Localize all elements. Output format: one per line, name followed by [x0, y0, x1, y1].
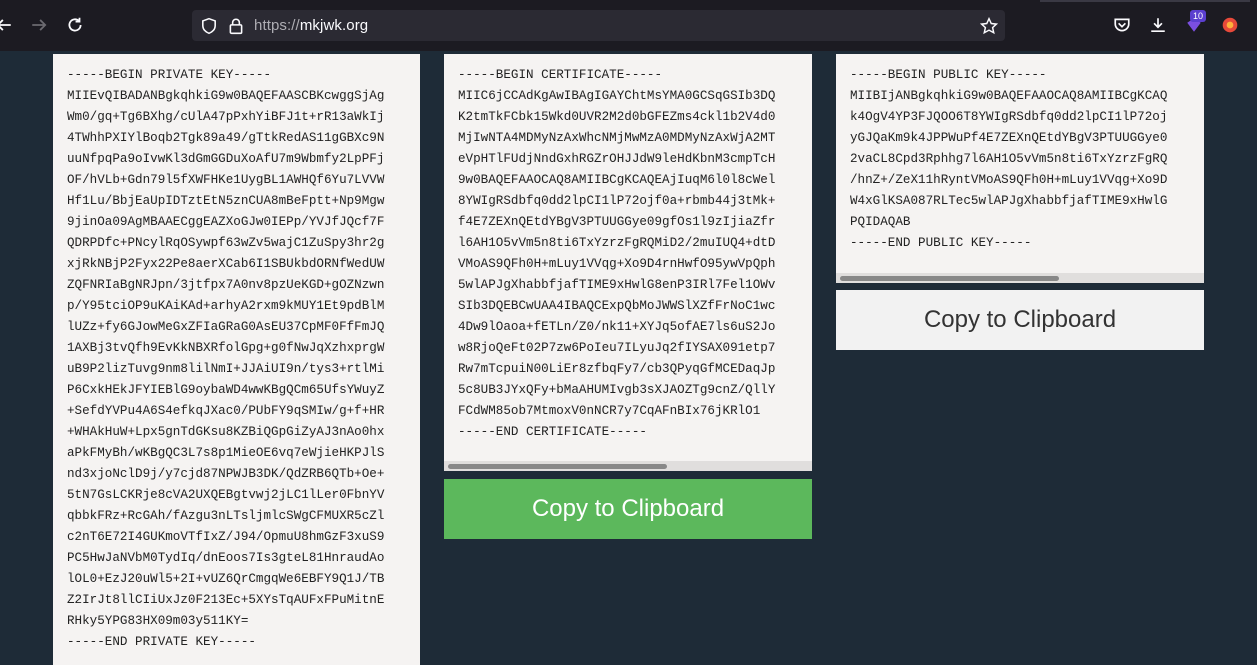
- public-key-line: 2vaCL8Cpd3Rphhg7l6AH1O5vVm5n8ti6TxYzrzFg…: [850, 152, 1168, 166]
- private-key-line: nd3xjoNclD9j/y7cjd87NPWJB3DK/QdZRB6QTb+O…: [67, 467, 385, 481]
- private-key-line: uuNfpqPa9oIvwKl3dGmGGDuXoAfU7m9Wbmfy2LpP…: [67, 152, 385, 166]
- browser-toolbar: https://mkjwk.org 10: [0, 0, 1257, 51]
- certificate-line: Rw7mTcpuiN00LiEr8zfbqFy7/cb3QPyqGfMCEDaq…: [458, 362, 776, 376]
- certificate-line: 4Dw9lOaoa+fETLn/Z0/nk11+XYJq5ofAE7ls6uS2…: [458, 320, 776, 334]
- download-icon[interactable]: [1146, 13, 1170, 37]
- private-key-line: PC5HwJaNVbM0TydIq/dnEoos7Is3gteL81Hnraud…: [67, 551, 385, 565]
- private-key-line: -----END PRIVATE KEY-----: [67, 635, 256, 649]
- public-key-line: /hnZ+/ZeX11hRyntVMoAS9QFh0H+mLuy1VVqg+Xo…: [850, 173, 1168, 187]
- certificate-scrollbar[interactable]: [444, 461, 812, 471]
- tab-strip-edge: [1040, 0, 1250, 2]
- private-key-line: uB9P2lizTuvg9nm8lilNmI+JJAiUI9n/tys3+rtl…: [67, 362, 385, 376]
- public-key-panel[interactable]: -----BEGIN PUBLIC KEY----- MIIBIjANBgkqhk…: [836, 54, 1204, 283]
- public-key-line: PQIDAQAB: [850, 215, 911, 229]
- copy-public-key-button[interactable]: Copy to Clipboard: [836, 290, 1204, 350]
- star-icon[interactable]: [979, 16, 999, 35]
- public-key-line: k4OgV4YP3FJQOO6T8YWIgRSdbfq0dd2lpCI1lP72…: [850, 110, 1168, 124]
- certificate-line: MjIwNTA4MDMyNzAxWhcNMjMwMzA0MDMyNzAxWjA2…: [458, 131, 776, 145]
- certificate-panel[interactable]: -----BEGIN CERTIFICATE----- MIIC6jCCAdKgA…: [444, 54, 812, 471]
- certificate-line: 9w0BAQEFAAOCAQ8AMIIBCgKCAQEAjIuqM6l0l8cW…: [458, 173, 776, 187]
- certificate-line: 8YWIgRSdbfq0dd2lpCI1lP72ojf0a+rbmb44j3tM…: [458, 194, 776, 208]
- private-key-text[interactable]: -----BEGIN PRIVATE KEY----- MIIEvQIBADANB…: [53, 54, 420, 653]
- private-key-line: 1AXBj3tvQfh9EvKkNBXRfolGpg+g0fNwJqXzhxpr…: [67, 341, 385, 355]
- certificate-line: w8RjoQeFt02P7zw6PoIeu7ILyuJq2fIYSAX091et…: [458, 341, 776, 355]
- private-key-line: P6CxkHEkJFYIEBlG9oybaWD4wwKBgQCm65UfsYWu…: [67, 383, 385, 397]
- firefox-account-icon[interactable]: [1218, 13, 1242, 37]
- private-key-panel[interactable]: -----BEGIN PRIVATE KEY----- MIIEvQIBADANB…: [53, 54, 420, 665]
- copy-certificate-button[interactable]: Copy to Clipboard: [444, 479, 812, 539]
- public-key-line: MIIBIjANBgkqhkiG9w0BAQEFAAOCAQ8AMIIBCgKC…: [850, 89, 1168, 103]
- url-domain: mkjwk.org: [299, 17, 369, 34]
- public-key-line: -----BEGIN PUBLIC KEY-----: [850, 68, 1047, 82]
- public-key-line: yGJQaKm9k4JPPWuPf4E7ZEXnQEtdYBgV3PTUUGGy…: [850, 131, 1168, 145]
- private-key-line: Z2IrJt8llCIiUxJz0F213Ec+5XYsTqAUFxFPuMit…: [67, 593, 385, 607]
- private-key-line: ZQFNRIaBgNRJpn/3jtfpx7A0nv8pzUeKGD+gOZNz…: [67, 278, 385, 292]
- private-key-line: xjRkNBjP2Fyx22Pe8aerXCab6I1SBUkbdORNfWed…: [67, 257, 385, 271]
- reload-icon[interactable]: [63, 13, 87, 37]
- certificate-line: FCdWM85ob7MtmoxV0nNCR7y7CqAFnBIx76jKRlO1: [458, 404, 761, 418]
- certificate-line: 5wlAPJgXhabbfjafTIME9xHwlG8enP3IRl7Fel1O…: [458, 278, 776, 292]
- private-key-line: qbbkFRz+RcGAh/fAzgu3nLTsljmlcSWgCFMUXR5c…: [67, 509, 385, 523]
- private-key-line: lOL0+EzJ20uWl5+2I+vUZ6QrCmgqWe6EBFY9Q1J/…: [67, 572, 385, 586]
- private-key-line: c2nT6E72I4GUKmoVTfIxZ/J94/OpmuU8hmGzF3xu…: [67, 530, 385, 544]
- public-key-line: W4xGlKSA087RLTec5wlAPJgXhabbfjafTIME9xHw…: [850, 194, 1168, 208]
- certificate-text[interactable]: -----BEGIN CERTIFICATE----- MIIC6jCCAdKgA…: [444, 54, 812, 443]
- public-key-line: -----END PUBLIC KEY-----: [850, 236, 1032, 250]
- private-key-line: 5tN7GsLCKRje8cVA2UXQEBgtvwj2jLC1lLer0Fbn…: [67, 488, 385, 502]
- certificate-line: MIIC6jCCAdKgAwIBAgIGAYChtMsYMA0GCSqGSIb3…: [458, 89, 776, 103]
- public-key-scrollbar[interactable]: [836, 273, 1204, 283]
- private-key-line: Hf1Lu/BbjEaUpIDTztEtN5znCUA8mBeFptt+Np9M…: [67, 194, 385, 208]
- certificate-line: VMoAS9QFh0H+mLuy1VVqg+Xo9D4rnHwfO95ywVpQ…: [458, 257, 776, 271]
- extension-badge: 10: [1190, 10, 1207, 22]
- public-key-scrollbar-thumb[interactable]: [840, 276, 1059, 281]
- certificate-line: -----BEGIN CERTIFICATE-----: [458, 68, 663, 82]
- certificate-line: f4E7ZEXnQEtdYBgV3PTUUGGye09gfOs1l9zIjiaZ…: [458, 215, 776, 229]
- url-scheme: https://: [254, 17, 300, 34]
- lock-icon[interactable]: [227, 17, 245, 35]
- certificate-line: 5c8UB3JYxQFy+bMaAHUMIvgb3sXJAOZTg9cnZ/Ql…: [458, 383, 776, 397]
- url-bar[interactable]: https://mkjwk.org: [192, 10, 1005, 41]
- public-key-text[interactable]: -----BEGIN PUBLIC KEY----- MIIBIjANBgkqhk…: [836, 54, 1204, 254]
- private-key-line: +WHAkHuW+Lpx5gnTdGKsu8KZBiQGpGiZyAJ3nAo0…: [67, 425, 385, 439]
- certificate-line: K2tmTkFCbk15Wkd0UVR2M2d0bGFEZms4ckl1b2V4…: [458, 110, 776, 124]
- private-key-line: lUZz+fy6GJowMeGxZFIaGRaG0AsEU37CpMF0FfFm…: [67, 320, 385, 334]
- back-arrow-icon[interactable]: [0, 13, 16, 37]
- forward-arrow-icon[interactable]: [27, 13, 51, 37]
- private-key-line: RHky5YPG83HX09m03y511KY=: [67, 614, 249, 628]
- certificate-line: l6AH1O5vVm5n8ti6TxYzrzFgRQMiD2/2muIUQ4+d…: [458, 236, 776, 250]
- private-key-line: QDRPDfc+PNcylRqOSywpf63wZv5wajC1ZuSpy3hr…: [67, 236, 385, 250]
- url-text[interactable]: https://mkjwk.org: [254, 17, 368, 34]
- private-key-line: p/Y95tciOP9uKAiKAd+arhyA2rxm9kMUY1Et9pdB…: [67, 299, 385, 313]
- private-key-line: Wm0/gq+Tg6BXhg/cUlA47pPxhYiBFJ1t+rR13aWk…: [67, 110, 385, 124]
- private-key-line: +SefdYVPu4A6S4efkqJXac0/PUbFY9qSMIw/g+f+…: [67, 404, 385, 418]
- pocket-icon[interactable]: [1110, 13, 1134, 37]
- private-key-line: 4TWhhPXIYlBoqb2Tgk89a49/gTtkRedAS11gGBXc…: [67, 131, 385, 145]
- private-key-line: aPkFMyBh/wKBgQC3L7s8p1MieOE6vq7eWjieHKPJ…: [67, 446, 385, 460]
- certificate-line: SIb3DQEBCwUAA4IBAQCExpQbMoJWWSlXZfFrNoC1…: [458, 299, 776, 313]
- private-key-line: -----BEGIN PRIVATE KEY-----: [67, 68, 272, 82]
- private-key-line: 9jinOa09AgMBAAECggEAZXoGJw0IEPp/YVJfJQcf…: [67, 215, 385, 229]
- certificate-line: -----END CERTIFICATE-----: [458, 425, 647, 439]
- certificate-scrollbar-thumb[interactable]: [448, 464, 667, 469]
- private-key-line: MIIEvQIBADANBgkqhkiG9w0BAQEFAASCBKcwggSj…: [67, 89, 385, 103]
- shield-icon[interactable]: [200, 17, 218, 35]
- private-key-line: OF/hVLb+Gdn79l5fXWFHKe1UygBL1AWHQf6Yu7LV…: [67, 173, 385, 187]
- certificate-line: eVpHTlFUdjNndGxhRGZrOHJJdW9leHdKbnM3cmpT…: [458, 152, 776, 166]
